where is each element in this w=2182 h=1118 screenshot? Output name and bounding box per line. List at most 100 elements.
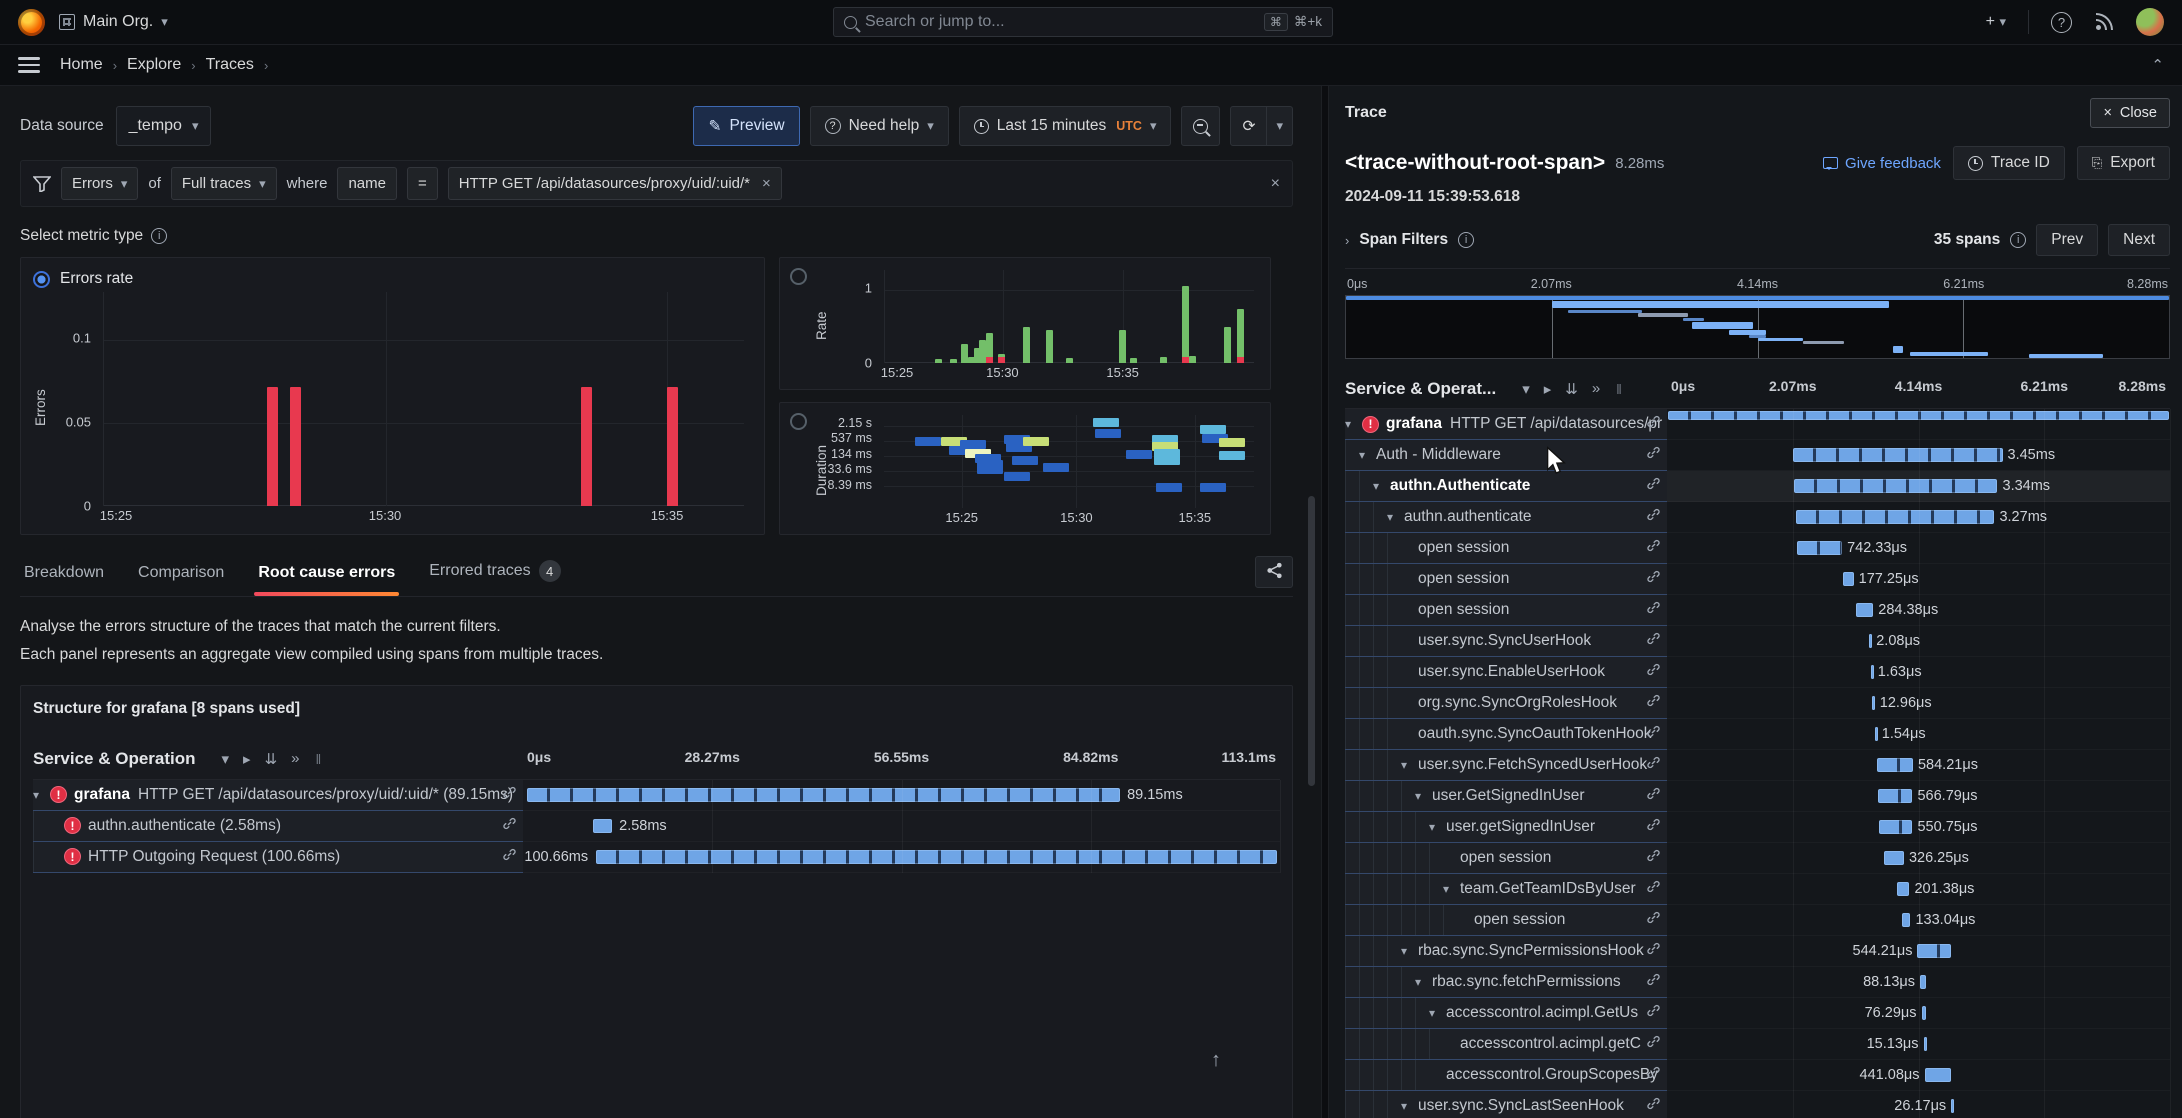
span-name-cell[interactable]: ▾!grafanaHTTP GET /api/datasources/pr (1345, 409, 1667, 440)
span-collapse-chevron-icon[interactable]: ▾ (1415, 789, 1432, 803)
tab-root-cause-errors[interactable]: Root cause errors (258, 564, 395, 596)
span-bar[interactable] (1924, 1037, 1927, 1051)
span-name-cell[interactable]: ▾rbac.sync.fetchPermissions (1345, 967, 1667, 998)
breadcrumb-item[interactable]: Traces (206, 56, 254, 74)
org-switcher[interactable]: Main Org. ▾ (59, 13, 168, 31)
span-link-icon[interactable] (1646, 1003, 1661, 1023)
span-collapse-chevron-icon[interactable]: ▾ (1443, 882, 1460, 896)
close-trace-button[interactable]: ×Close (2090, 98, 2170, 128)
span-name-cell[interactable]: ▾rbac.sync.SyncPermissionsHook (1345, 936, 1667, 967)
grafana-logo-icon[interactable] (18, 9, 45, 36)
span-link-icon[interactable] (502, 847, 517, 867)
span-row[interactable]: !authn.authenticate (2.58ms)2.58ms (33, 811, 1280, 842)
span-link-icon[interactable] (1646, 507, 1661, 527)
span-bar[interactable] (1922, 1006, 1927, 1020)
spans-count-info-icon[interactable]: i (2010, 232, 2026, 248)
span-bar[interactable] (1794, 479, 1997, 493)
span-row[interactable]: ▾accesscontrol.acimpl.GetUs76.29μs (1345, 998, 2170, 1029)
menu-hamburger-icon[interactable] (18, 57, 40, 73)
span-name-cell[interactable]: ▾team.GetTeamIDsByUser (1345, 874, 1667, 905)
span-link-icon[interactable] (1646, 1034, 1661, 1054)
span-bar[interactable] (1797, 541, 1842, 555)
span-row[interactable]: ▾user.sync.SyncLastSeenHook26.17μs (1345, 1091, 2170, 1118)
span-bar[interactable] (596, 850, 1277, 864)
span-collapse-chevron-icon[interactable]: ▾ (1401, 758, 1418, 772)
pane-resize-handle[interactable] (1321, 86, 1329, 1118)
span-link-icon[interactable] (1646, 724, 1661, 744)
tab-breakdown[interactable]: Breakdown (24, 564, 104, 596)
span-filters-chevron-icon[interactable]: › (1345, 233, 1349, 248)
span-bar[interactable] (1856, 603, 1873, 617)
filter-scope-select[interactable]: Full traces▾ (171, 167, 277, 200)
span-bar[interactable] (1951, 1099, 1954, 1113)
span-row[interactable]: ▾rbac.sync.SyncPermissionsHook544.21μs (1345, 936, 2170, 967)
span-bar[interactable] (1877, 758, 1913, 772)
tab-comparison[interactable]: Comparison (138, 564, 224, 596)
span-bar[interactable] (1884, 851, 1904, 865)
span-collapse-chevron-icon[interactable]: ▾ (1401, 944, 1418, 958)
datasource-picker[interactable]: _tempo▾ (116, 106, 212, 146)
news-rss-icon[interactable] (2094, 12, 2114, 32)
span-row[interactable]: ▾Auth - Middleware3.45ms (1345, 440, 2170, 471)
span-link-icon[interactable] (1646, 569, 1661, 589)
span-name-cell[interactable]: user.sync.SyncUserHook (1345, 626, 1667, 657)
span-link-icon[interactable] (1646, 848, 1661, 868)
span-row[interactable]: oauth.sync.SyncOauthTokenHook1.54μs (1345, 719, 2170, 750)
span-collapse-chevron-icon[interactable]: ▾ (1359, 448, 1376, 462)
span-link-icon[interactable] (1646, 414, 1661, 434)
scroll-to-top-icon[interactable]: ↑ (1211, 1049, 1221, 1072)
global-search-input[interactable]: Search or jump to... ⌘⌘+k (833, 7, 1333, 37)
span-link-icon[interactable] (502, 785, 517, 805)
span-link-icon[interactable] (1646, 1065, 1661, 1085)
span-row[interactable]: open session133.04μs (1345, 905, 2170, 936)
span-name-cell[interactable]: open session (1345, 905, 1667, 936)
clear-filters-icon[interactable]: × (1271, 175, 1280, 193)
span-link-icon[interactable] (1646, 662, 1661, 682)
span-name-cell[interactable]: ▾user.sync.FetchSyncedUserHook (1345, 750, 1667, 781)
span-collapse-chevron-icon[interactable]: ▾ (1415, 975, 1432, 989)
span-link-icon[interactable] (1646, 600, 1661, 620)
next-span-button[interactable]: Next (2108, 224, 2170, 256)
span-link-icon[interactable] (1646, 786, 1661, 806)
span-bar[interactable] (1879, 820, 1913, 834)
span-row[interactable]: ▾!grafanaHTTP GET /api/datasources/proxy… (33, 780, 1280, 811)
span-bar[interactable] (1793, 448, 2003, 462)
span-name-cell[interactable]: ▾user.getSignedInUser (1345, 812, 1667, 843)
span-row[interactable]: open session177.25μs (1345, 564, 2170, 595)
filter-op-chip[interactable]: = (407, 167, 438, 200)
span-name-cell[interactable]: oauth.sync.SyncOauthTokenHook (1345, 719, 1667, 750)
span-name-cell[interactable]: open session (1345, 843, 1667, 874)
span-bar[interactable] (527, 788, 1120, 802)
span-link-icon[interactable] (502, 816, 517, 836)
span-name-cell[interactable]: ▾Auth - Middleware (1345, 440, 1667, 471)
span-link-icon[interactable] (1646, 972, 1661, 992)
span-name-cell[interactable]: accesscontrol.GroupScopesBy (1345, 1060, 1667, 1091)
span-name-cell[interactable]: user.sync.EnableUserHook (1345, 657, 1667, 688)
span-bar[interactable] (1878, 789, 1912, 803)
need-help-button[interactable]: ? Need help▾ (810, 106, 949, 146)
tab-errored-traces[interactable]: Errored traces4 (429, 560, 560, 596)
errors-rate-radio[interactable] (33, 271, 50, 288)
collapse-up-icon[interactable]: ⌃ (2151, 56, 2164, 74)
span-bar[interactable] (1925, 1068, 1952, 1082)
span-link-icon[interactable] (1646, 693, 1661, 713)
filter-value-chip[interactable]: HTTP GET /api/datasources/proxy/uid/:uid… (448, 167, 782, 200)
span-link-icon[interactable] (1646, 879, 1661, 899)
trace-id-button[interactable]: Trace ID (1953, 146, 2065, 180)
time-range-picker[interactable]: Last 15 minutes UTC▾ (959, 106, 1172, 146)
span-link-icon[interactable] (1646, 910, 1661, 930)
span-link-icon[interactable] (1646, 817, 1661, 837)
span-link-icon[interactable] (1646, 1096, 1661, 1116)
span-name-cell[interactable]: !HTTP Outgoing Request (100.66ms) (33, 842, 523, 873)
span-bar[interactable] (1843, 572, 1854, 586)
span-row[interactable]: accesscontrol.acimpl.getC15.13μs (1345, 1029, 2170, 1060)
span-bar[interactable] (1897, 882, 1909, 896)
span-link-icon[interactable] (1646, 755, 1661, 775)
span-name-cell[interactable]: ▾authn.authenticate (1345, 502, 1667, 533)
span-row[interactable]: ▾user.getSignedInUser550.75μs (1345, 812, 2170, 843)
span-name-cell[interactable]: ▾accesscontrol.acimpl.GetUs (1345, 998, 1667, 1029)
span-row[interactable]: org.sync.SyncOrgRolesHook12.96μs (1345, 688, 2170, 719)
span-collapse-chevron-icon[interactable]: ▾ (1429, 820, 1446, 834)
trace-minimap[interactable] (1345, 295, 2170, 359)
breadcrumb-item[interactable]: Explore (127, 56, 181, 74)
